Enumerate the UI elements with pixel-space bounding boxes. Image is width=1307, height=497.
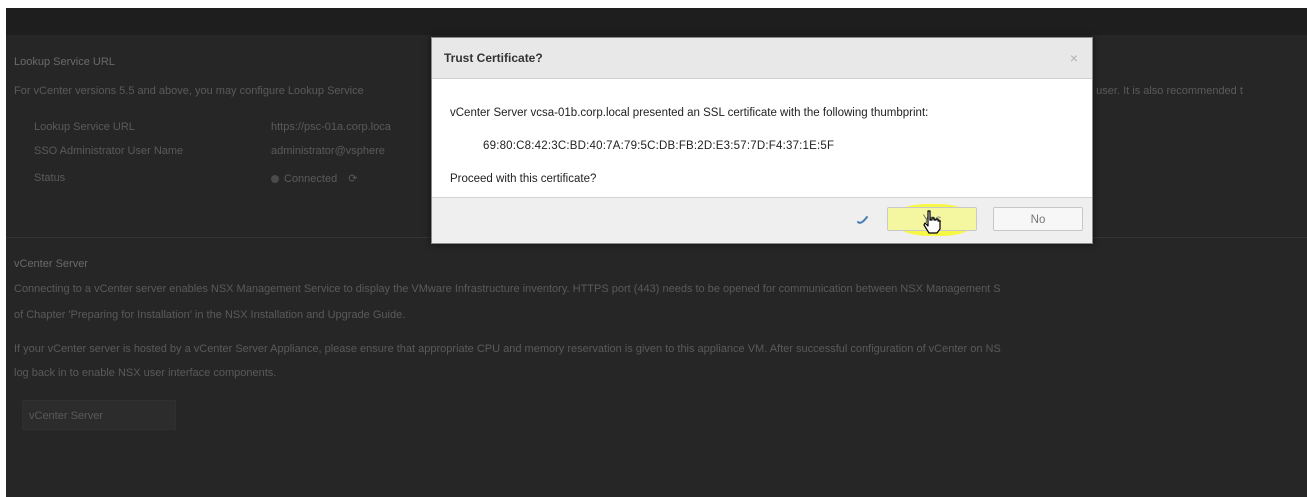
status-text: Connected (284, 173, 338, 185)
certificate-message: vCenter Server vcsa-01b.corp.local prese… (450, 107, 929, 119)
lookup-description-tail: h user. It is also recommended t (1087, 85, 1243, 97)
vcenter-description-line2: of Chapter 'Preparing for Installation' … (14, 309, 406, 321)
certificate-thumbprint: 69:80:C8:42:3C:BD:40:7A:79:5C:DB:FB:2D:E… (483, 140, 835, 152)
status-value: Connected ⟳ (271, 172, 358, 185)
field-value-sso-user: administrator@vsphere (271, 145, 385, 157)
lookup-description: For vCenter versions 5.5 and above, you … (14, 85, 364, 97)
proceed-question: Proceed with this certificate? (450, 173, 597, 185)
loading-spinner-icon (857, 216, 868, 224)
vcenter-section-title: vCenter Server (14, 258, 88, 270)
field-label-sso-user: SSO Administrator User Name (34, 145, 184, 157)
top-bar (6, 8, 1307, 35)
trust-certificate-dialog: Trust Certificate? × vCenter Server vcsa… (431, 37, 1093, 244)
lookup-section-title: Lookup Service URL (14, 56, 115, 68)
dialog-footer: Yes No (432, 197, 1092, 243)
vcenter-appliance-note-line1: If your vCenter server is hosted by a vC… (14, 343, 1001, 355)
dialog-header: Trust Certificate? × (432, 38, 1092, 79)
vcenter-server-button[interactable]: vCenter Server (22, 400, 176, 430)
field-label-status: Status (34, 172, 66, 184)
field-value-lookup-url: https://psc-01a.corp.loca (271, 121, 391, 133)
close-icon[interactable]: × (1070, 50, 1078, 66)
hand-pointer-cursor-icon (923, 210, 941, 234)
dialog-body: vCenter Server vcsa-01b.corp.local prese… (432, 79, 1092, 197)
screenshot-frame: Lookup Service URL For vCenter versions … (0, 0, 1307, 497)
vcenter-description-line1: Connecting to a vCenter server enables N… (14, 283, 1001, 295)
no-button[interactable]: No (993, 207, 1083, 231)
refresh-icon[interactable]: ⟳ (348, 173, 357, 185)
vcenter-appliance-note-line2: log back in to enable NSX user interface… (14, 367, 277, 379)
field-label-lookup-url: Lookup Service URL (34, 121, 135, 133)
dialog-title: Trust Certificate? (444, 51, 543, 65)
status-dot-icon (271, 175, 279, 184)
